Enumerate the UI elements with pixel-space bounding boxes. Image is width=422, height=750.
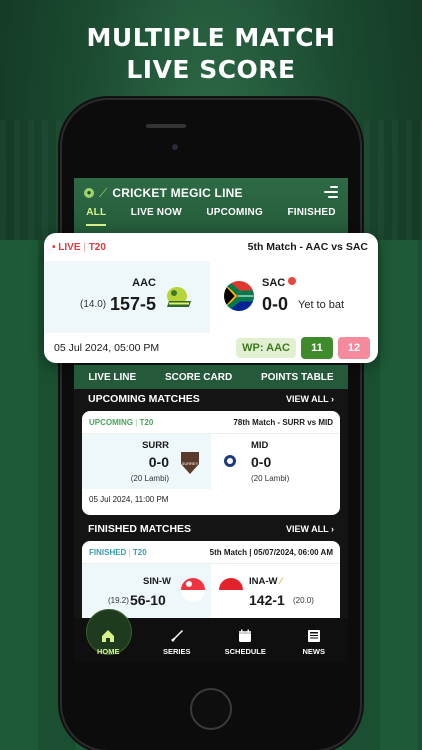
logo-arrow-icon: ⟋ (99, 186, 108, 200)
team-b-abbr: SAC (262, 277, 297, 289)
phone-speaker (146, 124, 186, 128)
svg-text:SURREY: SURREY (182, 461, 199, 466)
team-a-score: 157-5 (110, 294, 157, 314)
win-prediction-badge: WP: AAC (236, 338, 296, 358)
win-prediction-b[interactable]: 12 (338, 337, 370, 359)
logo-ball-icon: ● (84, 188, 94, 198)
team-b-note: Yet to bat (298, 299, 345, 311)
nav-series-label: SERIES (162, 647, 191, 656)
upcoming-match-card[interactable]: UPCOMING | T20 78th Match - SURR vs MID … (82, 411, 340, 515)
promo-headline: MULTIPLE MATCH LIVE SCORE (0, 22, 422, 86)
live-status-label: LIVE (58, 241, 81, 253)
upcoming-section-header: UPCOMING MATCHES VIEW ALL › (74, 390, 348, 408)
promo-line-1: MULTIPLE MATCH (86, 23, 336, 52)
finished-team-a-score: 56-10 (130, 592, 166, 608)
phone-home-button[interactable] (190, 688, 232, 730)
live-match-title: 5th Match - AAC vs SAC (247, 241, 368, 253)
win-prediction-a[interactable]: 11 (301, 337, 333, 359)
subnav-points-table[interactable]: POINTS TABLE (261, 372, 334, 383)
live-status: • LIVE | T20 (52, 241, 106, 253)
upcoming-team-a-panel: SURR 0-0 (20 Lambi) SURREY (82, 434, 211, 489)
finished-match-card[interactable]: FINISHED | T20 5th Match | 05/07/2024, 0… (82, 541, 340, 619)
finished-team-b-overs: (20.0) (293, 596, 314, 605)
finished-team-b-abbr: INA-W ⁄ (249, 576, 282, 587)
upcoming-team-a-score: 0-0 (148, 454, 169, 470)
upcoming-team-b-note: (20 Lambi) (251, 474, 290, 483)
finished-heading: FINISHED MATCHES (88, 523, 192, 535)
newspaper-icon (307, 630, 320, 642)
team-b-score: 0-0 (262, 294, 289, 314)
finished-team-a-overs: (19.2) (108, 596, 129, 605)
indonesia-flag-icon (219, 578, 243, 602)
subnav-live-line[interactable]: LIVE LINE (88, 372, 136, 383)
mid-team-logo-icon (224, 455, 236, 467)
singapore-flag-icon (181, 578, 205, 602)
upcoming-status: UPCOMING | T20 (89, 417, 154, 427)
promo-line-2: LIVE SCORE (126, 55, 296, 84)
live-match-card[interactable]: • LIVE | T20 5th Match - AAC vs SAC AAC … (44, 233, 378, 363)
nav-news-label: NEWS (302, 647, 326, 656)
team-b-panel: SAC 0-0 Yet to bat (210, 261, 378, 333)
nav-news[interactable]: NEWS (284, 629, 344, 656)
batting-ball-icon (288, 277, 297, 285)
live-format: T20 (88, 241, 106, 253)
upcoming-team-b-panel: MID 0-0 (20 Lambi) (211, 434, 340, 489)
cricket-bat-icon (170, 630, 183, 642)
upcoming-match-title: 78th Match - SURR vs MID (233, 417, 333, 427)
app-title: CRICKET MEGIC LINE (112, 186, 243, 200)
phone-camera (172, 144, 178, 150)
upcoming-team-b-score: 0-0 (251, 454, 272, 470)
south-africa-flag-icon (224, 281, 254, 311)
tab-finished[interactable]: FINISHED (287, 207, 335, 226)
tab-all[interactable]: ALL (86, 207, 107, 226)
chevron-right-icon: › (331, 394, 334, 404)
nav-schedule-label: SCHEDULE (224, 647, 266, 656)
menu-icon[interactable] (324, 186, 338, 198)
calendar-icon (239, 629, 252, 642)
finished-status: FINISHED | T20 (89, 547, 147, 557)
subnav-score-card[interactable]: SCORE CARD (165, 372, 232, 383)
tab-live-now[interactable]: LIVE NOW (131, 207, 182, 226)
team-a-panel: AAC (14.0) 157-5 (44, 261, 210, 333)
upcoming-heading: UPCOMING MATCHES (88, 393, 200, 405)
upcoming-team-a-abbr: SURR (142, 440, 169, 451)
finished-match-title: 5th Match | 05/07/2024, 06:00 AM (209, 547, 333, 557)
team-a-overs: (14.0) (80, 299, 107, 310)
home-icon (102, 630, 115, 642)
team-a-abbr: AAC (132, 277, 156, 289)
finished-view-all[interactable]: VIEW ALL › (286, 524, 334, 534)
nav-home[interactable]: HOME (78, 609, 138, 656)
nav-home-label: HOME (97, 647, 120, 656)
upcoming-view-all[interactable]: VIEW ALL › (286, 394, 334, 404)
upcoming-team-b-abbr: MID (251, 440, 269, 451)
upcoming-datetime: 05 Jul 2024, 11:00 PM (89, 495, 169, 504)
match-filter-tabs: ALL LIVE NOW UPCOMING FINISHED (74, 207, 348, 226)
finished-team-b-panel: INA-W ⁄ 142-1 (20.0) (211, 564, 340, 619)
finished-section-header: FINISHED MATCHES VIEW ALL › (74, 520, 348, 538)
app-logo: ● ⟋ CRICKET MEGIC LINE (84, 186, 243, 200)
tab-upcoming[interactable]: UPCOMING (206, 207, 263, 226)
live-datetime: 05 Jul 2024, 05:00 PM (54, 342, 160, 354)
finished-team-a-abbr: SIN-W (143, 576, 171, 587)
nav-schedule[interactable]: SCHEDULE (215, 629, 275, 656)
nav-series[interactable]: SERIES (147, 629, 207, 656)
aac-team-logo (167, 287, 191, 307)
bottom-navigation: HOME SERIES SCHEDULE NEWS (74, 609, 348, 662)
surrey-logo-icon: SURREY (181, 452, 199, 474)
chevron-right-icon: › (331, 524, 334, 534)
upcoming-team-a-note: (20 Lambi) (130, 474, 169, 483)
app-header: ● ⟋ CRICKET MEGIC LINE ALL LIVE NOW UPCO… (74, 178, 348, 233)
finished-team-b-score: 142-1 (249, 592, 285, 608)
live-card-subnav: LIVE LINE SCORE CARD POINTS TABLE (74, 365, 348, 389)
bat-icon: ⁄ (280, 576, 282, 587)
